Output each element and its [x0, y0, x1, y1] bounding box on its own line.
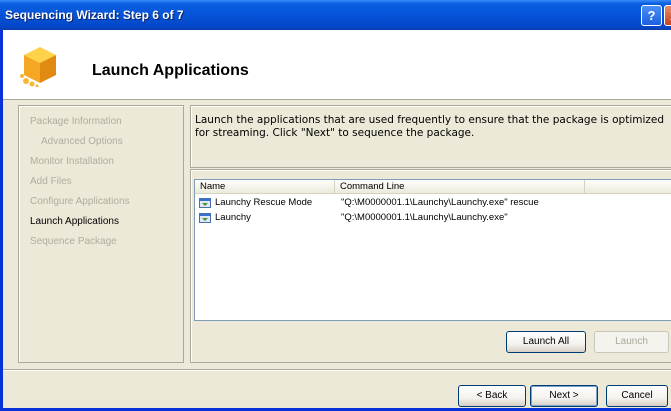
- description-panel: Launch the applications that are used fr…: [190, 105, 671, 168]
- close-button[interactable]: X: [664, 5, 671, 26]
- app-name: Launchy: [215, 212, 251, 223]
- package-boxes-icon: [20, 47, 56, 87]
- description-text: Launch the applications that are used fr…: [195, 114, 665, 139]
- applications-list[interactable]: Name Command Line Launchy Rescue Mode "Q…: [194, 179, 671, 321]
- step-advanced-options: Advanced Options: [41, 136, 123, 147]
- list-item[interactable]: Launchy "Q:\M0000001.1\Launchy\Launchy.e…: [196, 211, 666, 226]
- back-button[interactable]: < Back: [458, 385, 526, 407]
- application-icon: [199, 213, 211, 223]
- applications-panel: Name Command Line Launchy Rescue Mode "Q…: [190, 169, 671, 363]
- wizard-window: Sequencing Wizard: Step 6 of 7 ? X Launc…: [0, 0, 671, 411]
- window-title: Sequencing Wizard: Step 6 of 7: [5, 8, 184, 22]
- step-monitor-installation: Monitor Installation: [30, 156, 114, 167]
- title-bar[interactable]: Sequencing Wizard: Step 6 of 7 ? X: [0, 0, 671, 30]
- step-add-files: Add Files: [30, 176, 72, 187]
- step-package-information: Package Information: [30, 116, 122, 127]
- wizard-header: Launch Applications: [3, 30, 671, 100]
- footer-divider: [3, 369, 671, 371]
- list-item[interactable]: Launchy Rescue Mode "Q:\M0000001.1\Launc…: [196, 196, 666, 211]
- column-header-name[interactable]: Name: [195, 180, 335, 194]
- cancel-button[interactable]: Cancel: [606, 385, 668, 407]
- launch-button[interactable]: Launch: [594, 331, 669, 353]
- column-header-command-line[interactable]: Command Line: [335, 180, 585, 194]
- step-launch-applications: Launch Applications: [30, 216, 119, 227]
- list-header: Name Command Line: [195, 180, 671, 194]
- step-sequence-package: Sequence Package: [30, 236, 117, 247]
- app-command-line: "Q:\M0000001.1\Launchy\Launchy.exe" resc…: [341, 197, 539, 208]
- steps-panel: Package Information Advanced Options Mon…: [18, 105, 184, 363]
- application-icon: [199, 198, 211, 208]
- app-name: Launchy Rescue Mode: [215, 197, 313, 208]
- step-configure-applications: Configure Applications: [30, 196, 130, 207]
- next-button[interactable]: Next >: [530, 385, 598, 407]
- app-command-line: "Q:\M0000001.1\Launchy\Launchy.exe": [341, 212, 508, 223]
- launch-all-button[interactable]: Launch All: [506, 331, 586, 353]
- page-title: Launch Applications: [92, 62, 249, 79]
- column-header-empty[interactable]: [585, 180, 671, 194]
- help-button[interactable]: ?: [641, 5, 662, 26]
